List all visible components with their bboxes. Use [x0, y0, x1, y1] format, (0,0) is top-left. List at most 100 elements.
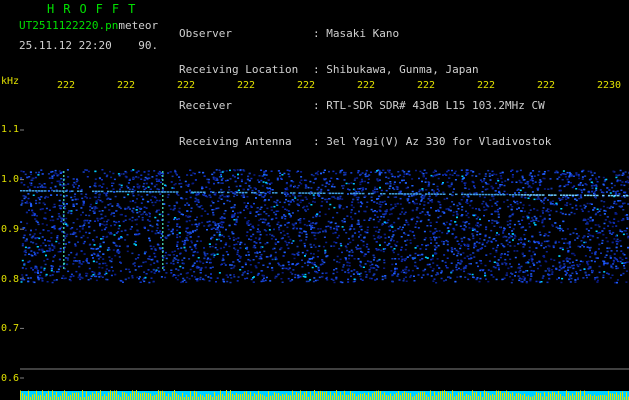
noise-pixel: [492, 247, 495, 250]
noise-pixel: [291, 199, 294, 201]
y-tick-label: 0.6: [1, 373, 20, 384]
noise-pixel: [29, 277, 32, 279]
noise-pixel: [117, 173, 120, 175]
noise-pixel: [428, 195, 431, 197]
noise-pixel: [215, 169, 218, 171]
noise-pixel: [609, 257, 612, 259]
noise-pixel: [54, 172, 57, 174]
noise-pixel: [492, 198, 495, 200]
noise-pixel: [359, 260, 362, 263]
noise-pixel: [291, 212, 294, 214]
noise-pixel: [597, 224, 600, 226]
noise-pixel: [575, 174, 578, 176]
noise-pixel: [398, 279, 401, 281]
noise-pixel: [372, 218, 375, 221]
noise-pixel: [593, 172, 596, 174]
noise-pixel: [437, 216, 440, 219]
noise-pixel: [562, 170, 565, 172]
noise-pixel: [587, 170, 590, 173]
noise-pixel: [106, 192, 109, 194]
noise-pixel: [413, 237, 416, 240]
noise-pixel: [265, 181, 268, 184]
noise-pixel: [452, 253, 455, 255]
noise-pixel: [176, 278, 179, 281]
noise-pixel: [65, 235, 68, 237]
noise-pixel: [144, 251, 147, 253]
noise-pixel: [54, 169, 57, 172]
noise-pixel: [503, 201, 506, 203]
noise-pixel: [568, 262, 571, 264]
noise-pixel: [264, 204, 267, 206]
noise-pixel: [123, 196, 126, 199]
noise-pixel: [306, 264, 309, 267]
noise-pixel: [214, 177, 217, 179]
noise-pixel: [189, 246, 192, 248]
noise-pixel: [533, 253, 536, 255]
noise-pixel: [75, 209, 78, 211]
noise-pixel: [70, 251, 73, 254]
noise-pixel: [548, 218, 551, 220]
noise-pixel: [561, 238, 564, 240]
noise-pixel: [551, 273, 554, 275]
noise-pixel: [427, 219, 430, 221]
noise-pixel: [281, 174, 284, 176]
noise-pixel: [577, 265, 580, 268]
noise-pixel: [595, 187, 598, 189]
noise-pixel: [373, 188, 376, 190]
noise-pixel: [501, 263, 504, 265]
noise-pixel: [608, 247, 611, 249]
noise-pixel: [300, 183, 303, 185]
noise-pixel: [98, 196, 101, 198]
noise-pixel: [349, 225, 352, 228]
noise-pixel: [483, 206, 486, 208]
noise-pixel: [471, 180, 474, 183]
noise-pixel: [98, 266, 101, 269]
noise-pixel: [313, 264, 316, 266]
noise-pixel: [143, 211, 146, 213]
noise-pixel: [445, 279, 447, 281]
noise-pixel: [383, 259, 386, 261]
noise-pixel: [221, 171, 224, 173]
noise-pixel: [520, 238, 523, 241]
noise-pixel: [329, 180, 331, 182]
noise-pixel: [65, 223, 67, 225]
noise-pixel: [211, 209, 214, 211]
noise-pixel: [156, 209, 159, 212]
noise-pixel: [127, 187, 130, 189]
noise-pixel: [253, 244, 256, 247]
noise-pixel: [259, 247, 262, 249]
noise-pixel: [517, 220, 520, 223]
noise-pixel: [459, 275, 462, 278]
noise-pixel: [246, 222, 249, 225]
noise-pixel: [150, 182, 153, 185]
noise-pixel: [271, 218, 274, 220]
noise-pixel: [161, 213, 164, 215]
noise-pixel: [389, 183, 392, 185]
noise-pixel: [242, 188, 245, 191]
noise-pixel: [421, 188, 424, 190]
noise-pixel: [67, 183, 70, 185]
noise-pixel: [116, 203, 119, 205]
noise-pixel: [209, 277, 212, 279]
noise-pixel: [95, 261, 98, 263]
noise-pixel: [552, 265, 555, 267]
noise-pixel: [271, 267, 274, 269]
noise-pixel: [495, 173, 498, 176]
noise-pixel: [117, 227, 120, 230]
noise-pixel: [497, 216, 500, 218]
noise-pixel: [29, 171, 32, 173]
noise-pixel: [229, 274, 232, 276]
noise-pixel: [496, 232, 498, 234]
noise-pixel: [189, 189, 191, 191]
noise-pixel: [507, 178, 510, 181]
noise-pixel: [584, 183, 587, 185]
noise-pixel: [404, 248, 407, 251]
noise-pixel: [421, 258, 424, 260]
noise-pixel: [610, 182, 613, 185]
noise-pixel: [80, 188, 83, 191]
noise-pixel: [347, 281, 350, 283]
noise-pixel: [257, 228, 259, 230]
noise-pixel: [417, 254, 420, 256]
noise-pixel: [72, 275, 75, 277]
noise-pixel: [495, 234, 498, 236]
